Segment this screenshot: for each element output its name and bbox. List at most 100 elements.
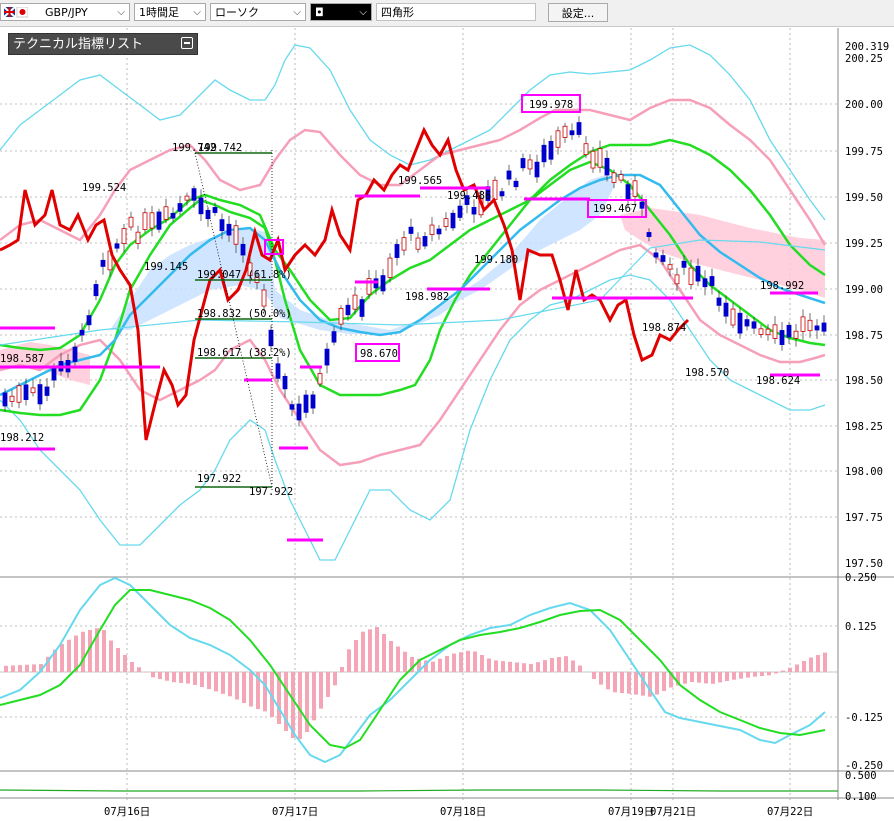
macd-bar — [767, 672, 771, 676]
candle-body — [604, 157, 610, 176]
candle-body — [310, 394, 316, 409]
indicator-list-panel[interactable]: テクニカル指標リスト — [8, 33, 198, 55]
ytick: 199.75 — [845, 146, 883, 158]
candle-body — [415, 237, 421, 250]
label-199-145: 199.145 — [144, 261, 188, 273]
candle-body — [345, 304, 351, 316]
candle-body — [639, 201, 645, 209]
label-198-982: 198.982 — [405, 291, 449, 303]
macd-bar — [312, 672, 316, 721]
minimize-icon[interactable] — [181, 37, 193, 49]
candle-body — [632, 180, 638, 197]
macd-bar — [179, 672, 183, 683]
ytick: 198.25 — [845, 421, 883, 433]
candle-body — [597, 148, 603, 168]
candle-body — [653, 252, 659, 258]
macd-bar — [501, 661, 505, 672]
candle-body — [646, 232, 652, 237]
macd-bar — [375, 627, 379, 672]
ytick: 199.25 — [845, 238, 883, 250]
macd-bar — [116, 648, 120, 672]
macd-bar — [578, 665, 582, 672]
candle-body — [786, 324, 792, 338]
macd-bar — [102, 630, 106, 672]
label-fib-61: 199.047 (61.8%) — [197, 269, 292, 281]
xtick: 07月18日 — [440, 806, 486, 818]
candle-body — [226, 223, 232, 236]
candle-body — [758, 328, 764, 335]
candle-body — [814, 325, 820, 331]
label-fib-38: 198.617 (38.2%) — [197, 347, 292, 359]
ytick: -0.125 — [845, 712, 883, 724]
candle-body — [436, 228, 442, 235]
panel-title: テクニカル指標リスト — [13, 37, 144, 52]
candle-body — [569, 130, 575, 136]
macd-bar — [396, 646, 400, 672]
candle-body — [541, 144, 547, 163]
candle-body — [9, 395, 15, 402]
candle-body — [149, 212, 155, 229]
candle-body — [737, 312, 743, 334]
candle-body — [30, 387, 36, 394]
candle-body — [499, 191, 505, 197]
candle-body — [625, 184, 631, 199]
candle-body — [324, 348, 330, 366]
label-198-874: 198.874 — [642, 322, 686, 334]
candle-body — [450, 212, 456, 229]
macd-bar — [697, 672, 701, 683]
macd-bar — [746, 672, 750, 678]
ytick: 197.75 — [845, 512, 883, 524]
macd-bar — [634, 672, 638, 695]
candle-body — [380, 275, 386, 292]
candle-body — [667, 264, 673, 270]
candle-body — [576, 122, 582, 135]
macd-bar — [158, 672, 162, 679]
candle-body — [744, 319, 750, 327]
macd-bar — [536, 662, 540, 672]
candle-body — [534, 161, 540, 178]
macd-bar — [172, 672, 176, 683]
candle-body — [317, 373, 323, 385]
macd-bar — [571, 660, 575, 672]
macd-bar — [711, 672, 715, 684]
macd-bar — [151, 672, 155, 678]
candle-body — [821, 322, 827, 332]
candle-body — [688, 267, 694, 285]
candle-body — [72, 346, 78, 362]
macd-bar — [606, 672, 610, 690]
chart-area: 199.742 199.742 199.524 199.145 199.047 … — [0, 28, 894, 818]
macd-bar — [473, 651, 477, 672]
macd-bar — [620, 672, 624, 693]
candle-body — [121, 228, 127, 244]
candle-body — [275, 363, 281, 379]
macd-bar — [662, 672, 666, 691]
macd-bar — [557, 657, 561, 672]
macd-bar — [123, 655, 127, 672]
macd-bar — [25, 664, 29, 672]
macd-bar — [522, 663, 526, 672]
candle-body — [709, 276, 715, 286]
candle-body — [352, 294, 358, 310]
macd-bar — [263, 672, 267, 712]
date-axis: 07月16日 07月17日 07月18日 07月19日 07月21日 07月22… — [104, 806, 813, 818]
candle-body — [401, 237, 407, 251]
candle-body — [296, 403, 302, 421]
macd-bar — [809, 657, 813, 672]
candle-body — [772, 324, 778, 339]
ytick: 0.100 — [845, 791, 877, 803]
candle-body — [471, 207, 477, 215]
macd-axis: 0.250 0.125 -0.125 -0.250 — [845, 572, 883, 772]
candle-body — [723, 302, 729, 317]
macd-bar — [130, 662, 134, 672]
macd-bar — [214, 672, 218, 692]
macd-bar — [18, 665, 22, 672]
macd-bar — [788, 667, 792, 672]
candle-body — [520, 158, 526, 169]
macd-bar — [487, 658, 491, 672]
candle-body — [261, 289, 267, 307]
macd-bar — [389, 641, 393, 672]
ytick: 200.00 — [845, 99, 883, 111]
candle-body — [282, 375, 288, 390]
candle-body — [177, 203, 183, 212]
candle-body — [163, 206, 169, 220]
